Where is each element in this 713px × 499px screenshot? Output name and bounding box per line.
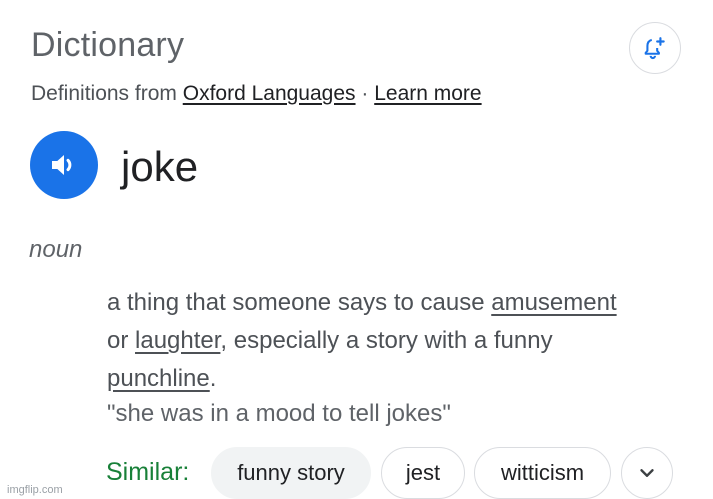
watermark: imgflip.com	[7, 484, 63, 496]
laughter-link[interactable]: laughter	[135, 327, 220, 354]
amusement-link[interactable]: amusement	[491, 289, 616, 316]
more-similar-button[interactable]	[621, 447, 673, 499]
punchline-link[interactable]: punchline	[107, 365, 210, 392]
example-sentence: "she was in a mood to tell jokes"	[107, 400, 451, 427]
learn-more-link[interactable]: Learn more	[374, 82, 481, 105]
definition-part: a thing that someone says to cause	[107, 289, 492, 316]
similar-label: Similar:	[106, 458, 190, 486]
definition-part: , especially a story with a funny	[220, 327, 553, 354]
definition-part: or	[107, 327, 136, 354]
bell-plus-icon	[644, 37, 665, 60]
part-of-speech: noun	[29, 236, 83, 263]
speaker-icon	[52, 155, 72, 175]
similar-chip-funny-story[interactable]: funny story	[211, 447, 371, 499]
dictionary-title: Dictionary	[31, 26, 185, 64]
create-alert-button[interactable]	[629, 22, 681, 74]
headword: joke	[121, 143, 199, 190]
similar-chip-jest[interactable]: jest	[381, 447, 465, 499]
definition-part: .	[209, 365, 217, 392]
chevron-down-icon	[640, 469, 654, 477]
source-prefix: Definitions from	[31, 82, 177, 105]
definitions-source: Definitions from Oxford Languages · Lear…	[31, 82, 482, 106]
similar-chip-witticism[interactable]: witticism	[474, 447, 611, 499]
pronunciation-button[interactable]	[30, 131, 98, 199]
source-separator: ·	[361, 82, 369, 105]
oxford-languages-link[interactable]: Oxford Languages	[183, 82, 356, 105]
definition-text: a thing that someone says to cause amuse…	[107, 284, 697, 398]
